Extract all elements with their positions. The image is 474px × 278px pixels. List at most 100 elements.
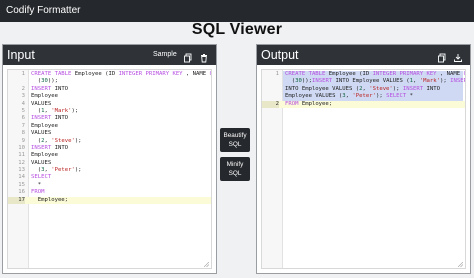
code-text: INTO Employee VALUES (2, 'Steve'); INSER… <box>285 86 440 93</box>
code-token: SELECT <box>386 93 410 100</box>
code-token: INSERT <box>31 85 55 92</box>
code-text: VALUES <box>31 130 51 137</box>
beautify-label-line1: Beautify <box>223 132 247 139</box>
resize-handle-icon[interactable] <box>204 262 209 267</box>
code-token: SELECT <box>31 174 52 181</box>
line-number: 12 <box>18 159 25 166</box>
minify-sql-button[interactable]: Minify SQL <box>220 157 250 181</box>
minify-label-line2: SQL <box>228 170 242 177</box>
output-code-lines: 1 CREATE TABLE Employee (ID INTEGER PRIMA… <box>262 71 465 108</box>
code-line: 10 INSERT INTO <box>8 145 211 152</box>
code-token: Employee; <box>31 196 69 203</box>
code-token: 30 <box>41 78 48 85</box>
page-title: SQL Viewer <box>191 21 283 38</box>
input-panel: Input Sample 1 CREATE TABLE Employee (ID … <box>2 44 217 274</box>
beautify-sql-button[interactable]: Beautify SQL <box>220 128 250 152</box>
line-number: 6 <box>21 115 25 122</box>
code-token: , NAME <box>439 71 464 77</box>
input-code-lines: 1 CREATE TABLE Employee (ID INTEGER PRIMA… <box>8 71 211 205</box>
line-number: 5 <box>21 107 25 114</box>
code-token: VALUES <box>31 130 52 137</box>
download-icon[interactable] <box>453 50 463 62</box>
code-token: Employee <box>31 93 58 100</box>
code-token: 'Mark' <box>419 78 440 85</box>
code-line: 2 FROM Employee; <box>262 100 465 108</box>
output-editor[interactable]: 1 CREATE TABLE Employee (ID INTEGER PRIMA… <box>261 69 466 269</box>
code-token: Employee <box>31 122 58 129</box>
code-token: * <box>409 93 414 100</box>
code-text: FROM <box>31 189 44 196</box>
copy-icon[interactable] <box>437 50 447 63</box>
code-text: INSERT INTO <box>31 115 68 122</box>
code-token: Employee (ID <box>328 71 373 77</box>
code-text: Employee <box>31 152 58 159</box>
code-token: FROM <box>31 189 45 196</box>
line-number: 3 <box>21 93 25 100</box>
code-token: ( <box>31 78 42 85</box>
code-text: VALUES <box>31 101 51 108</box>
line-number: 1 <box>275 71 279 77</box>
code-token: INSERT <box>311 78 336 85</box>
app-brand[interactable]: Codify Formatter <box>6 0 80 22</box>
code-line: 13 (3, 'Peter'); <box>8 167 211 174</box>
code-token: ( <box>31 167 42 174</box>
code-token: 'Steve' <box>369 85 393 92</box>
code-text: (30)); <box>31 78 58 85</box>
code-token: ( <box>31 107 42 114</box>
line-number: 17 <box>8 196 25 205</box>
code-token: ); <box>71 107 82 114</box>
code-token: Employee <box>31 152 58 159</box>
code-token: ); <box>392 85 403 92</box>
code-token: VALUES <box>31 100 52 107</box>
sample-button[interactable]: Sample <box>153 49 177 61</box>
code-token: ); <box>439 78 451 85</box>
line-number: 15 <box>18 181 25 188</box>
code-line: 1 CREATE TABLE Employee (ID INTEGER PRIMA… <box>8 71 211 78</box>
code-text: FROM Employee; <box>285 101 332 108</box>
code-line: 6 INSERT INTO <box>8 115 211 122</box>
code-text: (2, 'Steve'); <box>31 138 85 145</box>
code-line: 7 Employee <box>8 123 211 130</box>
code-line: 15 * <box>8 182 211 189</box>
code-token: ); <box>74 137 85 144</box>
code-line: (30));INSERT INTO Employee VALUES (1, 'M… <box>262 78 465 85</box>
code-token: 'Peter' <box>51 167 75 174</box>
copy-icon[interactable] <box>183 50 193 63</box>
code-line: Employee VALUES (3, 'Peter'); SELECT * <box>262 93 465 100</box>
line-number: 8 <box>21 130 25 137</box>
code-token: ); <box>375 93 387 100</box>
code-token: Employee (ID <box>74 71 119 77</box>
code-token: INSERT <box>31 144 55 151</box>
code-line: 4 VALUES <box>8 101 211 108</box>
output-panel: Output 1 CREATE TABLE Employee (ID INTEGE… <box>256 44 471 274</box>
code-token: 30 <box>295 78 302 85</box>
code-token: )); <box>47 78 58 85</box>
code-text: SELECT <box>31 174 51 181</box>
code-text: CREATE TABLE Employee (ID INTEGER PRIMAR… <box>31 71 211 78</box>
code-line: (30)); <box>8 78 211 85</box>
code-token: FROM <box>285 100 302 107</box>
code-token: INTO <box>426 85 440 92</box>
code-line: 9 (2, 'Steve'); <box>8 138 211 145</box>
line-number: 13 <box>18 167 25 174</box>
code-token: INTO <box>54 85 69 92</box>
line-number: 11 <box>18 152 25 159</box>
code-token: INSERT <box>402 85 427 92</box>
minify-label-line1: Minify <box>226 161 244 168</box>
code-token: )); <box>301 78 312 85</box>
line-number: 1 <box>21 71 25 77</box>
resize-handle-icon[interactable] <box>458 262 463 267</box>
trash-icon[interactable] <box>199 50 209 63</box>
code-token: ); <box>74 167 85 174</box>
code-line: 2 INSERT INTO <box>8 86 211 93</box>
code-token: CHAR <box>464 71 466 77</box>
input-editor[interactable]: 1 CREATE TABLE Employee (ID INTEGER PRIMA… <box>7 69 212 269</box>
input-panel-header: Input Sample <box>3 45 216 65</box>
line-number: 4 <box>21 100 25 107</box>
line-number: 7 <box>21 122 25 129</box>
code-token: VALUES <box>31 159 52 166</box>
line-number: 2 <box>21 85 25 92</box>
code-text: Employee <box>31 93 58 100</box>
code-token: INTO Employee VALUES ( <box>335 78 410 85</box>
code-token: , <box>413 78 420 85</box>
